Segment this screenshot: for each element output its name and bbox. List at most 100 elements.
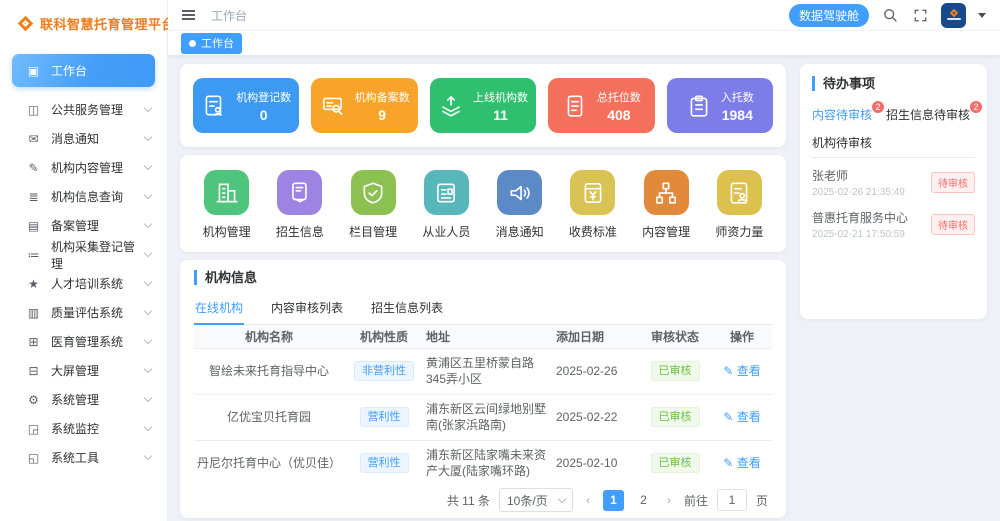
- view-link[interactable]: ✎ 查看: [723, 364, 760, 378]
- app-content-mgmt[interactable]: 内容管理: [630, 170, 703, 240]
- app-fee-standard[interactable]: 收费标准: [556, 170, 629, 240]
- speaker-icon: [497, 170, 542, 215]
- view-link[interactable]: ✎ 查看: [723, 456, 760, 470]
- sidebar-item-label: 机构信息查询: [51, 188, 123, 205]
- nature-badge: 非营利性: [354, 361, 414, 382]
- stats-card: 机构登记数 0 机构备案数 9 上线机构数: [180, 64, 786, 147]
- org-address: 浦东新区陆家嘴未来资产大厦(陆家嘴环路): [424, 447, 554, 479]
- main-area: 工作台 数据驾驶舱 工作台: [168, 0, 1000, 521]
- stat-org-online[interactable]: 上线机构数 11: [430, 78, 536, 133]
- sidebar-item-org-content[interactable]: ✎ 机构内容管理: [0, 153, 167, 182]
- col-header-status: 审核状态: [638, 328, 712, 345]
- sidebar-item-label: 系统管理: [51, 391, 99, 408]
- next-page-button[interactable]: ›: [663, 493, 675, 507]
- tab-content-pending[interactable]: 内容待审核 2: [812, 101, 872, 129]
- data-cockpit-button[interactable]: 数据驾驶舱: [789, 4, 869, 27]
- sidebar-item-system-tools[interactable]: ◱ 系统工具: [0, 443, 167, 472]
- sidebar-item-system-monitor[interactable]: ◲ 系统监控: [0, 414, 167, 443]
- tag-label: 工作台: [201, 35, 234, 51]
- screen-icon: ⊟: [26, 364, 41, 378]
- list-icon: ≣: [26, 190, 41, 204]
- todo-item-time: 2025-02-26 21:35:49: [812, 187, 905, 198]
- stat-enrolled[interactable]: 入托数 1984: [667, 78, 773, 133]
- sidebar-collapse-icon[interactable]: [182, 10, 195, 20]
- tools-icon: ◱: [26, 451, 41, 465]
- sidebar-item-label: 机构采集登记管理: [51, 238, 145, 272]
- col-header-date: 添加日期: [554, 328, 638, 345]
- goto-label: 前往: [684, 492, 708, 509]
- todo-list-item[interactable]: 普惠托育服务中心 2025-02-21 17:50:59 待审核: [812, 200, 975, 242]
- prev-page-button[interactable]: ‹: [582, 493, 594, 507]
- stat-org-registered[interactable]: 机构登记数 0: [193, 78, 299, 133]
- table-row: 亿优宝贝托育园 营利性 浦东新区云间绿地别墅南(张家浜路南) 2025-02-2…: [194, 395, 772, 441]
- sidebar-item-org-info-query[interactable]: ≣ 机构信息查询: [0, 182, 167, 211]
- sidebar-item-collect-register[interactable]: ≔ 机构采集登记管理: [0, 240, 167, 269]
- sidebar-item-medical-care[interactable]: ⊞ 医育管理系统: [0, 327, 167, 356]
- count-badge: 2: [871, 100, 885, 114]
- app-label: 消息通知: [496, 223, 544, 240]
- sidebar-item-big-screen[interactable]: ⊟ 大屏管理: [0, 356, 167, 385]
- chevron-down-icon: [144, 423, 152, 431]
- stat-total-slots[interactable]: 总托位数 408: [548, 78, 654, 133]
- goto-page-input[interactable]: [717, 489, 747, 511]
- app-label: 机构管理: [203, 223, 251, 240]
- app-practitioners[interactable]: 从业人员: [410, 170, 483, 240]
- user-avatar[interactable]: [941, 3, 966, 28]
- sidebar-item-system-mgmt[interactable]: ⚙ 系统管理: [0, 385, 167, 414]
- sidebar-item-talent-training[interactable]: ★ 人才培训系统: [0, 269, 167, 298]
- nature-badge: 营利性: [360, 453, 409, 474]
- sitemap-icon: [644, 170, 689, 215]
- app-teacher-strength[interactable]: 师资力量: [703, 170, 776, 240]
- page-2-button[interactable]: 2: [633, 490, 654, 511]
- sidebar-item-quality-eval[interactable]: ▥ 质量评估系统: [0, 298, 167, 327]
- tab-content-review-list[interactable]: 内容审核列表: [270, 293, 344, 324]
- monitor-icon: ◲: [26, 422, 41, 436]
- sidebar-item-record-mgmt[interactable]: ▤ 备案管理: [0, 211, 167, 240]
- app-enrollment-info[interactable]: 招生信息: [263, 170, 336, 240]
- todo-item-name: 普惠托育服务中心: [812, 209, 908, 226]
- count-badge: 2: [969, 100, 983, 114]
- page-1-button[interactable]: 1: [603, 490, 624, 511]
- table-header-row: 机构名称 机构性质 地址 添加日期 审核状态 操作: [194, 325, 772, 349]
- stat-label: 总托位数: [597, 89, 641, 105]
- sidebar-item-public-service[interactable]: ◫ 公共服务管理: [0, 95, 167, 124]
- sidebar-item-workbench[interactable]: ▣ 工作台: [12, 54, 155, 87]
- fullscreen-icon[interactable]: [911, 6, 929, 24]
- org-address: 浦东新区云间绿地别墅南(张家浜路南): [424, 401, 554, 433]
- pagination: 共 11 条 10条/页 ‹ 1 2 › 前往 页: [194, 480, 772, 512]
- org-name: 亿优宝贝托育园: [194, 409, 344, 425]
- doc-layers-icon: [277, 170, 322, 215]
- edit-icon: ✎: [26, 161, 41, 175]
- doc-lines-icon: [562, 93, 588, 119]
- todo-list-item[interactable]: 张老师 2025-02-26 21:35:49 待审核: [812, 158, 975, 200]
- sidebar-menu: ▣ 工作台 ◫ 公共服务管理 ✉ 消息通知 ✎ 机构内容管理 ≣ 机构信息查询 …: [0, 46, 167, 472]
- user-menu-caret-icon[interactable]: [978, 13, 986, 18]
- tag-workbench[interactable]: 工作台: [181, 33, 242, 54]
- gear-icon: ⚙: [26, 393, 41, 407]
- tab-org-pending[interactable]: 机构待审核: [812, 129, 872, 157]
- app-column-mgmt[interactable]: 栏目管理: [337, 170, 410, 240]
- app-message-notice[interactable]: 消息通知: [483, 170, 556, 240]
- stat-org-filed[interactable]: 机构备案数 9: [311, 78, 417, 133]
- tab-enrollment-list[interactable]: 招生信息列表: [370, 293, 444, 324]
- app-label: 招生信息: [276, 223, 324, 240]
- chevron-down-icon: [558, 495, 566, 503]
- org-info-tabs: 在线机构 内容审核列表 招生信息列表: [194, 293, 772, 325]
- app-org-mgmt[interactable]: 机构管理: [190, 170, 263, 240]
- clipboard-icon: [686, 93, 712, 119]
- org-name: 智绘未来托育指导中心: [194, 363, 344, 379]
- search-icon[interactable]: [881, 6, 899, 24]
- stat-value: 9: [378, 107, 386, 123]
- col-header-name: 机构名称: [194, 328, 344, 345]
- tab-enrollment-pending[interactable]: 招生信息待审核 2: [886, 101, 970, 129]
- page-size-select[interactable]: 10条/页: [499, 488, 573, 512]
- status-badge: 已审核: [651, 361, 700, 382]
- view-link[interactable]: ✎ 查看: [723, 410, 760, 424]
- avatar-brand-text: [947, 18, 961, 20]
- breadcrumb: 工作台: [211, 7, 247, 24]
- app-label: 从业人员: [422, 223, 470, 240]
- sidebar-item-label: 质量评估系统: [51, 304, 123, 321]
- sidebar-item-message-notice[interactable]: ✉ 消息通知: [0, 124, 167, 153]
- sidebar: 联科智慧托育管理平台 ▣ 工作台 ◫ 公共服务管理 ✉ 消息通知 ✎ 机构内容管…: [0, 0, 168, 521]
- tab-online-orgs[interactable]: 在线机构: [194, 293, 244, 325]
